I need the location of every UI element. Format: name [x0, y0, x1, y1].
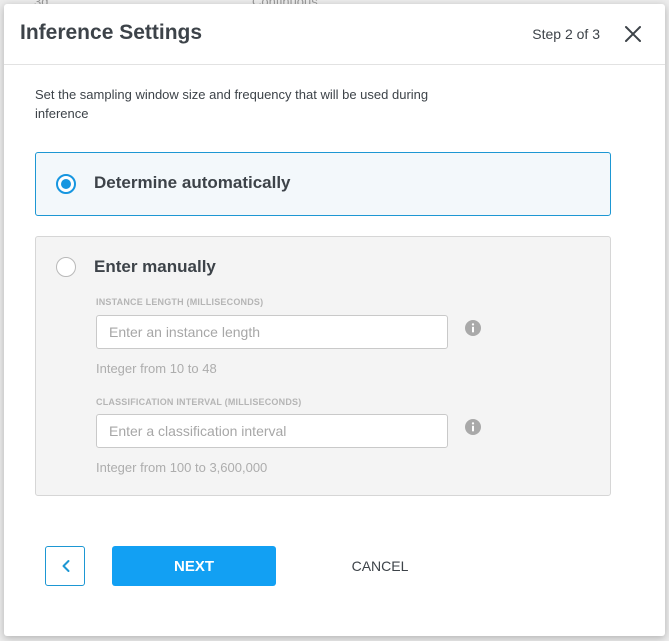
step-indicator: Step 2 of 3	[532, 26, 600, 42]
instance-length-helper: Integer from 10 to 48	[96, 361, 217, 376]
classification-interval-helper: Integer from 100 to 3,600,000	[96, 460, 268, 475]
option-enter-manually[interactable]: Enter manually INSTANCE LENGTH (MILLISEC…	[35, 236, 611, 496]
next-button[interactable]: NEXT	[112, 546, 276, 586]
dialog-description: Set the sampling window size and frequen…	[35, 87, 429, 121]
classification-interval-input[interactable]	[96, 414, 448, 448]
cancel-button[interactable]: CANCEL	[334, 546, 426, 586]
back-button[interactable]	[45, 546, 85, 586]
inference-settings-dialog: Inference Settings Step 2 of 3 Set the s…	[4, 4, 665, 636]
option-determine-automatically[interactable]: Determine automatically	[35, 152, 611, 216]
classification-interval-label: CLASSIFICATION INTERVAL (MILLISECONDS)	[96, 397, 302, 407]
chevron-left-icon	[62, 560, 70, 572]
close-button[interactable]	[623, 24, 643, 44]
classification-interval-info-icon[interactable]	[465, 419, 481, 435]
instance-length-info-icon[interactable]	[465, 320, 481, 336]
instance-length-label: INSTANCE LENGTH (MILLISECONDS)	[96, 297, 264, 307]
option-manual-label: Enter manually	[94, 257, 216, 276]
dialog-title: Inference Settings	[20, 21, 203, 44]
close-icon	[625, 26, 641, 42]
radio-auto[interactable]	[56, 174, 76, 194]
instance-length-input[interactable]	[96, 315, 448, 349]
radio-manual[interactable]	[56, 257, 76, 277]
option-auto-label: Determine automatically	[94, 173, 291, 192]
dialog-header: Inference Settings Step 2 of 3	[4, 4, 665, 65]
